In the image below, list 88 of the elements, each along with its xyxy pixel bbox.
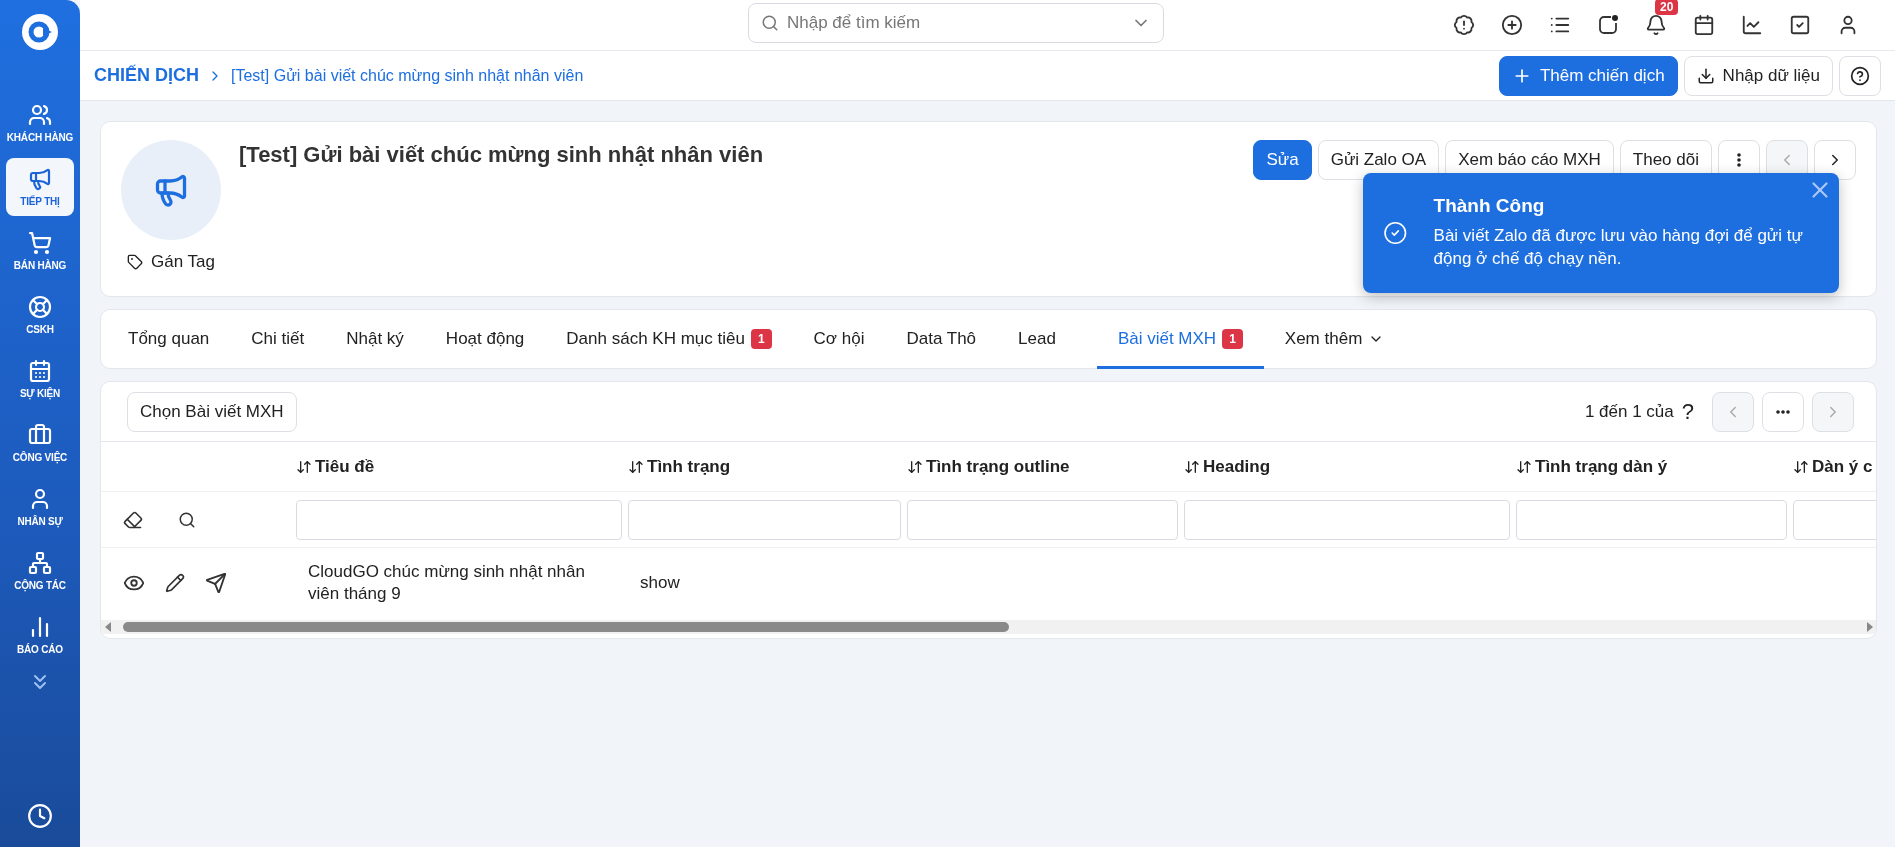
toast-title: Thành Công: [1433, 195, 1546, 218]
sidebar-item[interactable]: TIẾP THỊ: [6, 158, 74, 216]
megaphone-icon: [28, 167, 52, 191]
tab[interactable]: Hoạt động: [424, 309, 546, 369]
filter-field[interactable]: [1184, 499, 1510, 540]
tag-icon: [127, 254, 143, 270]
eraser-icon[interactable]: [123, 509, 143, 530]
lifebuoy-icon: [28, 295, 52, 319]
sort-icon[interactable]: [1516, 458, 1532, 475]
sort-icon[interactable]: [907, 458, 923, 475]
more-icon: [1737, 153, 1741, 167]
search-icon: [761, 14, 779, 32]
table-cell-text: CloudGO chúc mừng sinh nhật nhân viên tháng 9: [307, 560, 586, 605]
sort-icon[interactable]: [1184, 458, 1200, 475]
download-icon: [1696, 66, 1715, 85]
page-menu-button[interactable]: [1762, 391, 1804, 432]
notification-count: 20: [1655, 0, 1679, 15]
briefcase-icon: [28, 423, 52, 447]
clock-icon[interactable]: [27, 803, 53, 829]
sort-icon[interactable]: [296, 458, 312, 475]
sort-icon[interactable]: [628, 458, 644, 475]
ellipsis-icon: [1776, 409, 1790, 414]
sidebar-item[interactable]: KHÁCH HÀNG: [6, 94, 74, 152]
sidebar-item[interactable]: NHÂN SỰ: [6, 478, 74, 536]
select-post-button[interactable]: Chọn Bài viết MXH: [127, 391, 297, 432]
calendar-icon: [28, 359, 52, 383]
action-button[interactable]: Sửa: [1253, 140, 1312, 180]
tab[interactable]: Lead: [997, 309, 1077, 369]
tag-link[interactable]: Gán Tag: [127, 252, 215, 272]
column-header[interactable]: Tiêu đề: [315, 456, 375, 477]
more-tabs-link[interactable]: Xem thêm: [1263, 309, 1406, 369]
import-button[interactable]: Nhập dữ liệu: [1683, 55, 1833, 96]
tab[interactable]: Chi tiết: [230, 309, 326, 369]
tab[interactable]: Cơ hội: [792, 309, 886, 369]
table-cell-text: show: [639, 571, 681, 594]
pencil-icon[interactable]: [165, 573, 185, 593]
column-header[interactable]: Tình trạng dàn ý: [1535, 456, 1668, 477]
column-header[interactable]: Tình trạng: [647, 456, 731, 477]
sidebar-item[interactable]: SỰ KIỆN: [6, 350, 74, 408]
scrollbar-drawing[interactable]: [101, 620, 1876, 634]
help-button[interactable]: [1839, 55, 1881, 96]
column-header[interactable]: Dàn ý c: [1812, 456, 1873, 477]
search-field[interactable]: Nhập để tìm kiếm: [787, 13, 1123, 33]
filter-field[interactable]: [1793, 499, 1876, 540]
search-icon[interactable]: [178, 510, 196, 529]
sidebar-item[interactable]: BÁN HÀNG: [6, 222, 74, 280]
sort-icon[interactable]: [1793, 458, 1809, 475]
logo[interactable]: [22, 14, 58, 50]
bell-icon[interactable]: [1645, 14, 1667, 36]
hierarchy-icon: [28, 551, 52, 575]
megaphone-icon: [153, 172, 189, 208]
sidebar-item[interactable]: CÔNG VIỆC: [6, 414, 74, 472]
square-dot-icon[interactable]: [1597, 14, 1619, 36]
pager-text: 1 đến 1 của: [1584, 401, 1674, 422]
tab[interactable]: Danh sách KH mục tiêu 1: [545, 309, 793, 369]
tab[interactable]: Tổng quan: [107, 309, 231, 369]
column-header[interactable]: Heading: [1203, 456, 1271, 477]
sidebar-item[interactable]: CỘNG TÁC: [6, 542, 74, 600]
alert-icon[interactable]: [1453, 14, 1475, 36]
toast-message: Bài viết Zalo đã được lưu vào hàng đợi để gửi tự động ở chế độ chạy nền.: [1433, 225, 1804, 270]
users-icon: [28, 103, 52, 127]
next-button[interactable]: [1814, 140, 1856, 180]
checkbox-icon[interactable]: [1789, 14, 1811, 36]
record-title: [Test] Gửi bài viết chúc mừng sinh nhật nhân viên: [239, 142, 764, 169]
count-badge: 1: [1222, 329, 1243, 349]
filter-field[interactable]: [296, 499, 622, 540]
sidebar-item[interactable]: CSKH: [6, 286, 74, 344]
tab[interactable]: Data Thô: [885, 309, 998, 369]
line-chart-icon[interactable]: [1741, 14, 1763, 36]
column-header[interactable]: Tình trạng outline: [926, 456, 1070, 477]
search-box[interactable]: Nhập để tìm kiếm: [748, 3, 1164, 43]
add-icon[interactable]: [1501, 14, 1523, 36]
pager-total: ?: [1681, 398, 1694, 425]
action-button[interactable]: Gửi Zalo OA: [1317, 140, 1440, 180]
filter-field[interactable]: [907, 499, 1178, 540]
cart-icon: [28, 231, 52, 255]
add-campaign-button[interactable]: Thêm chiến dịch: [1498, 55, 1678, 96]
breadcrumb-link[interactable]: CHIẾN DỊCH: [94, 65, 199, 86]
sidebar-item[interactable]: BÁO CÁO: [6, 606, 74, 664]
filter-field[interactable]: [1516, 499, 1787, 540]
tab[interactable]: Nhật ký: [325, 309, 425, 369]
filter-field[interactable]: [628, 499, 901, 540]
calendar-icon[interactable]: [1693, 14, 1715, 36]
help-icon: [1850, 65, 1870, 86]
tab[interactable]: Bài viết MXH 1: [1096, 309, 1264, 369]
count-badge: 1: [750, 329, 772, 349]
send-icon[interactable]: [205, 572, 227, 594]
breadcrumb-current: [Test] Gửi bài viết chúc mừng sinh nhật nhân viên: [231, 66, 584, 85]
